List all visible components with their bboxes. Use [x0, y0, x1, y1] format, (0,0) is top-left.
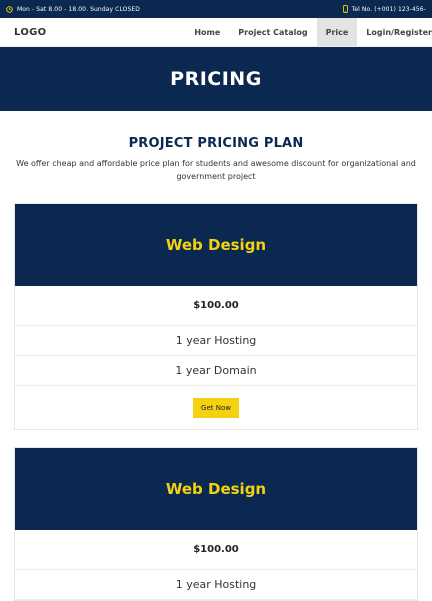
nav-item-login-register[interactable]: Login/Register [357, 18, 432, 46]
plan-feature: 1 year Domain [15, 356, 417, 386]
main-navbar: LOGO Home Project Catalog Price Login/Re… [0, 18, 432, 47]
plan-price: $100.00 [15, 530, 417, 570]
plan-header: Web Design [15, 204, 417, 286]
plan-action: Get Now [15, 386, 417, 429]
logo[interactable]: LOGO [0, 18, 46, 46]
opening-hours: Mon - Sat 8.00 - 18.00. Sunday CLOSED [6, 6, 140, 13]
plan-name: Web Design [165, 236, 267, 254]
nav-item-project-catalog[interactable]: Project Catalog [229, 18, 316, 46]
plan-price: $100.00 [15, 286, 417, 326]
contact-phone: Tel No. (+001) 123-456- [342, 5, 426, 13]
phone-text: Tel No. (+001) 123-456- [351, 5, 426, 13]
opening-hours-text: Mon - Sat 8.00 - 18.00. Sunday CLOSED [17, 5, 141, 13]
section-title: PROJECT PRICING PLAN [128, 136, 304, 151]
phone-icon [342, 5, 348, 13]
nav-item-price[interactable]: Price [316, 18, 358, 46]
nav-menu: Home Project Catalog Price Login/Registe… [185, 18, 432, 46]
pricing-card: Web Design $100.00 1 year Hosting [0, 447, 432, 601]
plan-feature: 1 year Hosting [15, 570, 417, 600]
pricing-card: Web Design $100.00 1 year Hosting 1 year… [0, 203, 432, 430]
nav-item-home[interactable]: Home [185, 18, 229, 46]
page-title: PRICING [170, 68, 262, 90]
clock-icon [6, 5, 13, 13]
get-now-button[interactable]: Get Now [193, 397, 239, 418]
pricing-intro: PROJECT PRICING PLAN We offer cheap and … [0, 111, 432, 183]
plan-feature: 1 year Hosting [15, 326, 417, 356]
section-description: We offer cheap and affordable price plan… [16, 159, 416, 181]
plan-name: Web Design [165, 480, 267, 498]
top-info-bar: Mon - Sat 8.00 - 18.00. Sunday CLOSED Te… [0, 0, 432, 18]
page-banner: PRICING [0, 47, 432, 111]
plan-header: Web Design [15, 448, 417, 530]
